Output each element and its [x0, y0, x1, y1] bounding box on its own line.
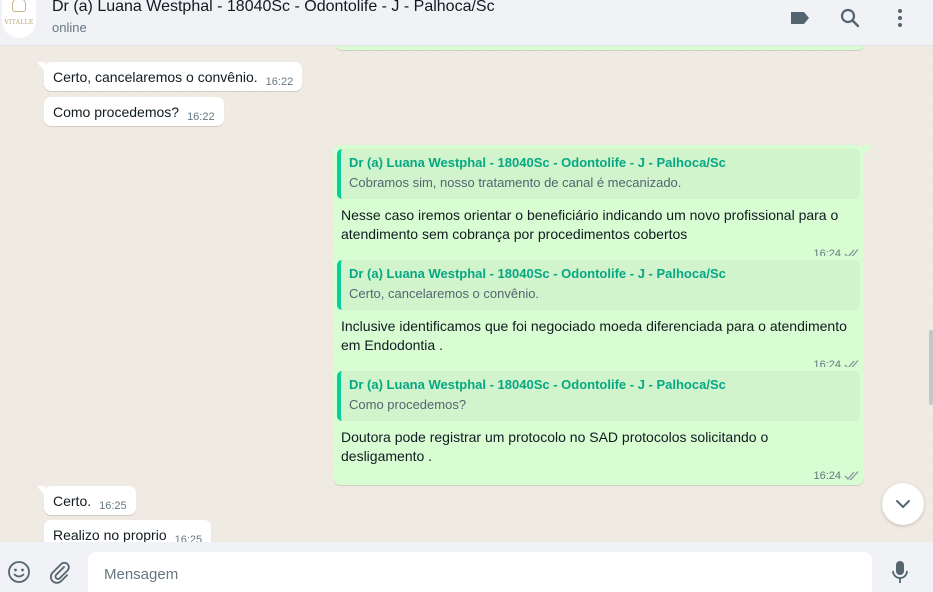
search-icon[interactable] [838, 6, 862, 30]
message-text-line: desligamento . [341, 448, 433, 464]
outgoing-message-partial [335, 46, 865, 50]
message-time: 16:25 [99, 500, 127, 512]
incoming-message[interactable]: Realizo no proprio 16:25 [44, 520, 212, 542]
quote-text: Cobramos sim, nosso tratamento de canal … [349, 175, 682, 190]
attach-icon[interactable] [46, 559, 72, 585]
message-body: Doutora pode registrar um protocolo no S… [337, 421, 860, 466]
message-list[interactable]: Certo, cancelaremos o convênio. 16:22 Co… [0, 46, 933, 542]
chat-header: VITALLE Dr (a) Luana Westphal - 18040Sc … [0, 0, 933, 46]
outgoing-message[interactable]: Dr (a) Luana Westphal - 18040Sc - Odonto… [333, 367, 864, 485]
quote-author: Dr (a) Luana Westphal - 18040Sc - Odonto… [349, 377, 726, 392]
message-time: 16:22 [265, 76, 294, 88]
contact-avatar[interactable]: VITALLE [2, 0, 36, 38]
message-meta: 16:24 [337, 466, 860, 485]
outgoing-message[interactable]: Dr (a) Luana Westphal - 18040Sc - Odonto… [333, 145, 872, 263]
incoming-message[interactable]: Certo, cancelaremos o convênio. 16:22 [36, 62, 303, 91]
message-text: Como procedemos? [53, 104, 180, 120]
quote-text: Como procedemos? [349, 397, 467, 412]
emoji-icon[interactable] [6, 559, 32, 585]
quote-author: Dr (a) Luana Westphal - 18040Sc - Odonto… [349, 266, 726, 281]
message-text-line: Nesse caso iremos orientar o beneficiári… [341, 207, 839, 223]
tooth-logo-icon [12, 0, 26, 12]
message-text: Realizo no proprio [53, 527, 167, 542]
incoming-message[interactable]: Como procedemos? 16:22 [44, 97, 224, 126]
chevron-down-icon [896, 500, 910, 509]
message-text-line: atendimento sem cobrança por procediment… [341, 226, 688, 242]
chat-scrollbar[interactable] [929, 330, 933, 405]
message-body: Nesse caso iremos orientar o beneficiári… [337, 199, 860, 244]
label-icon[interactable] [788, 6, 812, 30]
quoted-message[interactable]: Dr (a) Luana Westphal - 18040Sc - Odonto… [337, 371, 860, 421]
message-time: 16:25 [174, 534, 203, 542]
message-text-line: Doutora pode registrar um protocolo no S… [341, 429, 769, 445]
quoted-message[interactable]: Dr (a) Luana Westphal - 18040Sc - Odonto… [337, 260, 860, 310]
message-text: Certo, cancelaremos o convênio. [53, 69, 258, 85]
outgoing-message[interactable]: Dr (a) Luana Westphal - 18040Sc - Odonto… [333, 256, 864, 374]
message-time: 16:22 [187, 111, 215, 123]
quoted-message[interactable]: Dr (a) Luana Westphal - 18040Sc - Odonto… [337, 149, 860, 199]
message-text-line: Inclusive identificamos que foi negociad… [341, 318, 847, 334]
message-time: 16:24 [813, 469, 841, 482]
microphone-icon[interactable] [887, 559, 913, 585]
quote-author: Dr (a) Luana Westphal - 18040Sc - Odonto… [349, 155, 726, 170]
message-text: Certo. [53, 493, 92, 509]
avatar-logo-text: VITALLE [4, 19, 34, 26]
quote-text: Certo, cancelaremos o convênio. [349, 286, 540, 301]
incoming-message[interactable]: Certo. 16:25 [37, 486, 136, 515]
double-check-icon [844, 471, 859, 481]
menu-icon[interactable] [888, 6, 912, 30]
message-text-line: em Endodontia . [341, 337, 443, 353]
contact-status: online [52, 20, 87, 35]
scroll-to-bottom-button[interactable] [882, 483, 924, 525]
composer-bar [0, 542, 933, 592]
contact-name[interactable]: Dr (a) Luana Westphal - 18040Sc - Odonto… [52, 0, 495, 16]
message-body: Inclusive identificamos que foi negociad… [337, 310, 860, 355]
message-input[interactable] [88, 552, 872, 592]
